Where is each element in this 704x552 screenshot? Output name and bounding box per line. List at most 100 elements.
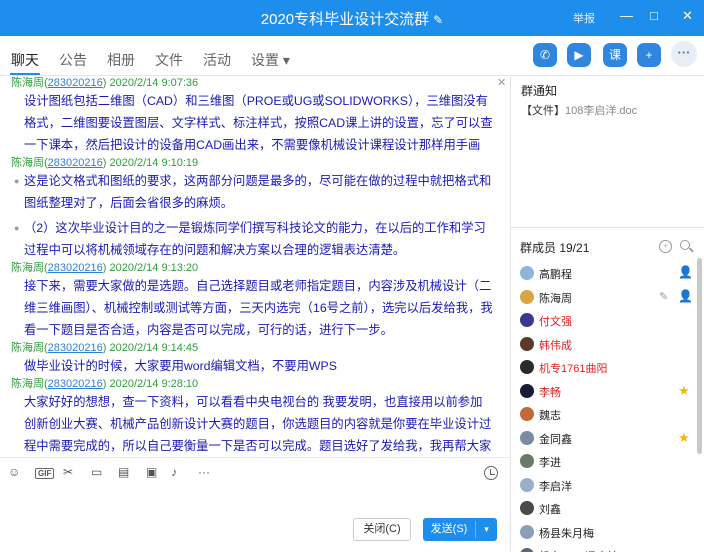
sender-qq[interactable]: 283020216 xyxy=(48,262,103,274)
avatar[interactable] xyxy=(520,548,534,552)
folder-icon[interactable]: ▭ xyxy=(91,465,102,479)
notice-file[interactable]: 【文件】108李启洋.doc xyxy=(521,102,637,118)
avatar[interactable] xyxy=(520,524,534,539)
avatar[interactable] xyxy=(520,430,534,445)
sender-qq[interactable]: 283020216 xyxy=(48,157,103,169)
tab-announcement[interactable]: 公告 xyxy=(59,50,87,70)
sender-name[interactable]: 陈海周 xyxy=(11,157,44,169)
sender-qq[interactable]: 283020216 xyxy=(48,77,103,89)
member-item[interactable]: 杨县朱月梅 xyxy=(511,521,704,544)
member-item[interactable]: 刘鑫 xyxy=(511,497,704,520)
member-name[interactable]: 李畅 xyxy=(539,384,561,400)
tab-activity[interactable]: 活动 xyxy=(203,50,231,70)
member-manage-icon[interactable]: + xyxy=(659,240,672,253)
message-header: 陈海周(283020216) 2020/2/14 9:07:36 xyxy=(11,77,199,89)
member-name[interactable]: 杨县朱月梅 xyxy=(539,525,594,541)
member-name[interactable]: 魏志 xyxy=(539,407,561,423)
avatar[interactable] xyxy=(520,313,534,327)
maximize-button[interactable]: □ xyxy=(650,8,658,23)
member-name[interactable]: 刘鑫 xyxy=(539,501,561,517)
minimize-button[interactable]: — xyxy=(620,8,633,23)
close-button[interactable]: 关闭(C) xyxy=(353,518,411,541)
sender-qq[interactable]: 283020216 xyxy=(48,342,103,354)
member-item[interactable]: 高鹏程 👤 xyxy=(511,262,704,285)
avatar[interactable] xyxy=(520,501,534,515)
member-item[interactable]: 李启洋 xyxy=(511,474,704,497)
image-icon[interactable]: ▣ xyxy=(146,465,157,479)
screenshot-scissors-icon[interactable]: ✂ xyxy=(63,465,73,479)
avatar[interactable] xyxy=(520,407,534,421)
member-name[interactable]: 韩伟成 xyxy=(539,337,572,353)
member-name[interactable]: 李进 xyxy=(539,454,561,470)
message: 陈海周(283020216) 2020/2/14 9:28:10 大家好好的想想… xyxy=(0,377,510,457)
member-item[interactable]: 机专1763冯小楠 xyxy=(511,544,704,552)
tab-settings[interactable]: 设置 ▾ xyxy=(251,50,290,70)
avatar[interactable] xyxy=(520,289,534,304)
send-options-chevron-icon[interactable]: ▾ xyxy=(476,518,497,541)
member-item[interactable]: 陈海周 ✎ 👤 xyxy=(511,286,704,309)
members-panel: 群成员 19/21 + 高鹏程 👤 陈海周 ✎ 👤 付文强 韩伟成 机专1761曲阳 李畅 ★ 魏志… xyxy=(511,228,704,552)
avatar[interactable] xyxy=(520,477,534,492)
member-item[interactable]: 李进 xyxy=(511,450,704,473)
course-button[interactable]: 课 xyxy=(603,43,627,67)
close-notice-icon[interactable]: ✕ xyxy=(497,76,506,89)
send-label[interactable]: 发送(S) xyxy=(423,518,475,541)
edit-title-icon[interactable]: ✎ xyxy=(433,13,443,27)
send-button[interactable]: 发送(S) ▾ xyxy=(423,518,497,541)
window-title: 2020专科毕业设计交流群 ✎ xyxy=(0,8,704,29)
sender-name[interactable]: 陈海周 xyxy=(11,342,44,354)
edit-icon[interactable]: ✎ xyxy=(659,290,668,303)
avatar[interactable] xyxy=(520,336,534,351)
chat-messages[interactable]: ✕ 陈海周(283020216) 2020/2/14 9:07:36 设计图纸包… xyxy=(0,76,510,457)
close-window-button[interactable]: ✕ xyxy=(682,8,693,24)
message-input-area[interactable]: 关闭(C) 发送(S) ▾ xyxy=(0,487,510,552)
phone-icon[interactable]: ✆ xyxy=(533,43,557,67)
member-item[interactable]: 魏志 xyxy=(511,403,704,426)
member-item[interactable]: 机专1761曲阳 xyxy=(511,356,704,379)
avatar[interactable] xyxy=(520,454,534,468)
message-text: ● （2）这次毕业设计目的之一是锻炼同学们撰写科技论文的能力，在以后的工作和学习过… xyxy=(0,217,510,261)
tab-album[interactable]: 相册 xyxy=(107,50,135,70)
member-name[interactable]: 高鹏程 xyxy=(539,266,572,282)
tab-files[interactable]: 文件 xyxy=(155,50,183,70)
member-name[interactable]: 李启洋 xyxy=(539,478,572,494)
star-icon: ★ xyxy=(678,429,690,445)
report-button[interactable]: 举报 xyxy=(573,10,595,26)
member-name[interactable]: 陈海周 xyxy=(539,290,572,306)
title-bar: 2020专科毕业设计交流群 ✎ 举报 — □ ✕ xyxy=(0,0,704,36)
avatar[interactable] xyxy=(520,383,534,398)
active-tab-indicator xyxy=(10,73,40,75)
members-scrollbar[interactable] xyxy=(697,258,702,454)
history-clock-icon[interactable] xyxy=(484,466,498,480)
bullet-dot-icon: ● xyxy=(14,223,20,233)
member-name[interactable]: 机专1763冯小楠 xyxy=(539,548,618,552)
member-item[interactable]: 付文强 xyxy=(511,309,704,332)
message-header: 陈海周(283020216) 2020/2/14 9:14:45 xyxy=(11,342,199,354)
tab-chat[interactable]: 聊天 xyxy=(11,50,39,70)
member-item[interactable]: 李畅 ★ xyxy=(511,380,704,403)
avatar[interactable] xyxy=(520,360,534,374)
avatar[interactable] xyxy=(520,266,534,280)
member-name[interactable]: 机专1761曲阳 xyxy=(539,360,607,376)
message-text: ● 这是论文格式和图纸的要求，这两部分问题是最多的，尽可能在做的过程中就把格式和图… xyxy=(0,170,510,214)
member-name[interactable]: 付文强 xyxy=(539,313,572,329)
bullet-dot-icon: ● xyxy=(14,176,20,186)
member-name[interactable]: 金同鑫 xyxy=(539,431,572,447)
sender-name[interactable]: 陈海周 xyxy=(11,262,44,274)
more-icon[interactable]: ··· xyxy=(671,41,697,67)
add-chat-icon[interactable]: + xyxy=(637,43,661,67)
search-icon[interactable] xyxy=(680,240,690,250)
more-tools-icon[interactable]: ··· xyxy=(198,465,210,479)
document-icon[interactable]: ▤ xyxy=(118,465,129,479)
member-item[interactable]: 金同鑫 ★ xyxy=(511,427,704,450)
sender-name[interactable]: 陈海周 xyxy=(11,378,44,390)
sender-qq[interactable]: 283020216 xyxy=(48,378,103,390)
emoji-icon[interactable]: ☺ xyxy=(8,465,20,479)
member-item[interactable]: 韩伟成 xyxy=(511,333,704,356)
message: 陈海周(283020216) 2020/2/14 9:14:45 做毕业设计的时… xyxy=(0,341,510,377)
video-call-icon[interactable]: ▶ xyxy=(567,43,591,67)
gif-icon[interactable]: GIF xyxy=(35,468,55,479)
sender-name[interactable]: 陈海周 xyxy=(11,77,44,89)
file-name[interactable]: 108李启洋.doc xyxy=(565,105,637,117)
bell-icon[interactable]: ♪ xyxy=(171,465,177,479)
